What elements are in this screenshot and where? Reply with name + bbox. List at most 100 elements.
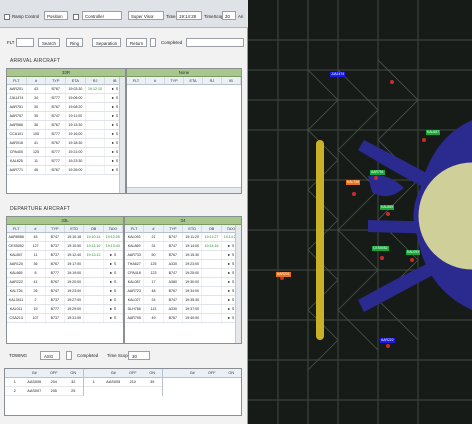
column-header[interactable]: [163, 369, 183, 377]
map-tag[interactable]: JJA1474: [330, 72, 346, 77]
ring-button[interactable]: Ring: [66, 38, 84, 47]
table-row[interactable]: CSA213 107 B737 19:31:00 ► S: [7, 314, 123, 323]
map-tag[interactable]: KAL665: [380, 205, 395, 210]
separation-button[interactable]: Separation: [92, 38, 122, 47]
column-header[interactable]: ON: [222, 369, 242, 377]
completed-checkbox[interactable]: [150, 38, 156, 47]
table-row[interactable]: KAL726 26 B747 19:23:00 ► S: [7, 287, 123, 296]
column-header[interactable]: RJ: [86, 77, 106, 84]
column-header[interactable]: FLT: [7, 77, 27, 84]
column-header[interactable]: TYP: [165, 77, 184, 84]
table-row[interactable]: AAR566 36 B767 19:13:30 ► S: [7, 121, 125, 130]
table-row[interactable]: DLH766 113 A330 19:37:00 ► S: [125, 305, 241, 314]
table-row[interactable]: KAL3411 2 B737 19:27:00 ► S: [7, 296, 123, 305]
map-tag[interactable]: KAL657: [426, 130, 441, 135]
column-header[interactable]: TYP: [164, 225, 183, 232]
table-row[interactable]: AAR771 46 B767 19:26:00 ► S: [7, 166, 125, 175]
table-cell: 19:37:00: [183, 305, 203, 313]
table-row[interactable]: KAL825 11 B777 19:23:30 ► S: [7, 157, 125, 166]
table-row[interactable]: CES5052 127 B737 19:10:50 19:11:10 19:13:43: [7, 242, 123, 251]
map-tag[interactable]: KAL093: [406, 250, 421, 255]
timescope-select[interactable]: 30: [222, 11, 236, 20]
column-header[interactable]: TYP: [46, 77, 67, 84]
table-row[interactable]: KAL665 8 B777 19:19:00 ► S: [7, 269, 123, 278]
table-row[interactable]: KAL027 24 B747 19:35:30 ► S: [125, 296, 241, 305]
table-row[interactable]: AAR222 41 B767 19:20:00 ► S: [7, 278, 123, 287]
table-row[interactable]: JJA1474 34 B777 19:06:00 ► S: [7, 94, 125, 103]
table-row[interactable]: AAR016 41 B767 19:18:30 ► S: [7, 139, 125, 148]
departure-scrollbar[interactable]: [235, 225, 241, 343]
table-row[interactable]: KAL011 19 B777 19:29:00 ► S: [7, 305, 123, 314]
column-header[interactable]: ETD: [65, 225, 85, 232]
column-header[interactable]: FLT: [127, 77, 146, 84]
column-header[interactable]: FLT: [7, 225, 27, 232]
column-header[interactable]: ON: [143, 369, 163, 377]
towing-timescope-select[interactable]: 30: [128, 351, 150, 360]
column-header[interactable]: OFF: [44, 369, 64, 377]
table-row[interactable]: AAR8986 45 B747 19:10:18 19:10:14 19:12:05: [7, 233, 123, 242]
role-select[interactable]: Super Visor: [128, 11, 164, 20]
column-header[interactable]: G#: [104, 369, 124, 377]
table-row[interactable]: KAL093 21 B747 19:11:20 19:11:27 19:14:28: [125, 233, 241, 242]
table-row[interactable]: KAL657 11 B737 19:12:40 19:13:12 ► S: [7, 251, 123, 260]
table-row[interactable]: 1 AAS005 210 39: [84, 378, 162, 387]
table-row[interactable]: AAR120 36 B767 19:17:00 ► S: [7, 260, 123, 269]
column-header[interactable]: OFF: [202, 369, 222, 377]
map-tag[interactable]: AAR222: [380, 338, 395, 343]
column-header[interactable]: RJ: [203, 77, 222, 84]
arrival-scrollbar[interactable]: [119, 77, 125, 193]
arrival-none-hscroll[interactable]: [127, 187, 241, 193]
controller-checkbox[interactable]: [73, 14, 79, 20]
map-tag[interactable]: KAL726: [346, 180, 361, 185]
column-header[interactable]: OB: [84, 225, 104, 232]
position-select[interactable]: Position: [44, 11, 68, 20]
table-row[interactable]: CPA400 125 B777 19:21:00 ► S: [7, 148, 125, 157]
table-row[interactable]: 2 AAS007 205 25: [5, 387, 83, 396]
towing-select[interactable]: ASG: [40, 351, 60, 360]
table-row[interactable]: CCA101 105 B777 19:16:00 ► S: [7, 130, 125, 139]
table-row[interactable]: AAR795 49 B767 19:40:00 ► S: [125, 314, 241, 323]
map-tag[interactable]: AAR751: [370, 170, 385, 175]
completed-input[interactable]: [186, 38, 244, 47]
column-header[interactable]: #: [27, 77, 47, 84]
column-header[interactable]: #: [26, 225, 46, 232]
column-header[interactable]: [84, 369, 104, 377]
table-row[interactable]: AAR751 30 B767 19:08:20 ► S: [7, 103, 125, 112]
column-header[interactable]: G#: [25, 369, 45, 377]
ramp-control-checkbox[interactable]: [4, 14, 10, 20]
table-row[interactable]: THA627 125 A330 19:23:00 ► S: [125, 260, 241, 269]
table-row[interactable]: KAL869 31 B747 19:14:00 19:14:16 ► S: [125, 242, 241, 251]
column-header[interactable]: TAXI: [104, 225, 123, 232]
search-button[interactable]: Search: [38, 38, 60, 47]
table-row[interactable]: AAR757 35 B747 19:11:00 ► S: [7, 112, 125, 121]
return-button[interactable]: Return: [126, 38, 148, 47]
table-cell: 19:34:00: [183, 287, 203, 295]
table-row[interactable]: 1 AAS006 204 32: [5, 378, 83, 387]
map-tag[interactable]: AAR201: [276, 272, 291, 277]
table-row[interactable]: KAL087 17 A380 19:30:00 ► S: [125, 278, 241, 287]
column-header[interactable]: ETA: [184, 77, 203, 84]
column-header[interactable]: #: [146, 77, 165, 84]
map-tag[interactable]: CES5052: [372, 246, 389, 251]
flt-input[interactable]: [16, 38, 34, 47]
column-header[interactable]: [5, 369, 25, 377]
column-header[interactable]: IB: [222, 77, 241, 84]
airport-map[interactable]: JJA1474 KAL657 KAL726 AAR751 KAL665 CES5…: [248, 0, 472, 424]
column-header[interactable]: ETA: [66, 77, 86, 84]
table-row[interactable]: AAR201 43 B767 19:03:30 19:12:10 ► S: [7, 85, 125, 94]
column-header[interactable]: TYP: [46, 225, 65, 232]
controller-select[interactable]: Controller: [82, 11, 122, 20]
table-cell: ► S: [104, 287, 123, 295]
column-header[interactable]: OFF: [123, 369, 143, 377]
table-row[interactable]: AAR723 48 B767 19:34:00 ► S: [125, 287, 241, 296]
towing-completed-checkbox[interactable]: [66, 351, 72, 360]
column-header[interactable]: #: [144, 225, 164, 232]
column-header[interactable]: ETD: [183, 225, 203, 232]
table-row[interactable]: AAR733 50 B767 19:15:30 ► S: [125, 251, 241, 260]
column-header[interactable]: ON: [64, 369, 84, 377]
column-header[interactable]: OB: [202, 225, 222, 232]
table-cell: [86, 166, 106, 174]
table-row[interactable]: CPA418 123 B747 19:25:00 ► S: [125, 269, 241, 278]
column-header[interactable]: G#: [183, 369, 203, 377]
column-header[interactable]: FLT: [125, 225, 145, 232]
